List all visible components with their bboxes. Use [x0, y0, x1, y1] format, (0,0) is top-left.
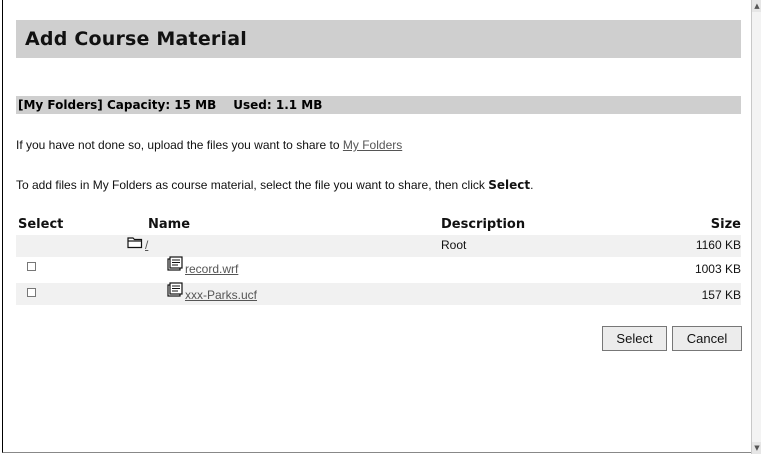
select-instruction: To add files in My Folders as course mat…	[16, 178, 533, 192]
file-link-parks[interactable]: xxx-Parks.ucf	[185, 288, 257, 302]
row-size: 1003 KB	[694, 262, 741, 276]
used-label: Used: 1.1 MB	[233, 98, 323, 112]
select-instruction-bold: Select	[488, 178, 531, 192]
row-checkbox[interactable]	[27, 262, 36, 271]
table-row	[16, 235, 741, 257]
column-header-size: Size	[710, 217, 741, 232]
capacity-bar: [My Folders] Capacity: 15 MB Used: 1.1 MB	[16, 96, 741, 114]
select-instruction-text: To add files in My Folders as course mat…	[16, 178, 489, 192]
scroll-down-arrow-icon[interactable]: ▼	[752, 442, 761, 454]
row-checkbox[interactable]	[27, 288, 36, 297]
upload-instruction-text: If you have not done so, upload the file…	[16, 138, 343, 152]
capacity-label: [My Folders] Capacity: 15 MB	[18, 98, 217, 112]
table-row	[16, 283, 741, 305]
row-size: 1160 KB	[695, 238, 741, 252]
select-button[interactable]: Select	[602, 326, 667, 351]
page-title: Add Course Material	[25, 28, 247, 50]
column-header-name: Name	[148, 217, 191, 232]
row-size: 157 KB	[701, 288, 741, 302]
document-icon	[167, 256, 183, 271]
column-header-description: Description	[441, 217, 526, 232]
file-link-record[interactable]: record.wrf	[185, 262, 238, 276]
scroll-up-arrow-icon[interactable]: ▲	[752, 0, 761, 12]
column-header-select: Select	[18, 217, 64, 232]
vertical-scrollbar[interactable]: ▲ ▼	[751, 0, 761, 454]
select-instruction-suffix: .	[530, 178, 534, 192]
folder-link-root[interactable]: /	[145, 238, 148, 252]
cancel-button[interactable]: Cancel	[672, 326, 742, 351]
title-bar: Add Course Material	[16, 20, 741, 58]
folder-icon	[127, 237, 143, 249]
row-description: Root	[441, 238, 467, 252]
my-folders-link[interactable]: My Folders	[343, 138, 402, 152]
document-icon	[167, 282, 183, 297]
upload-instruction: If you have not done so, upload the file…	[16, 138, 402, 152]
